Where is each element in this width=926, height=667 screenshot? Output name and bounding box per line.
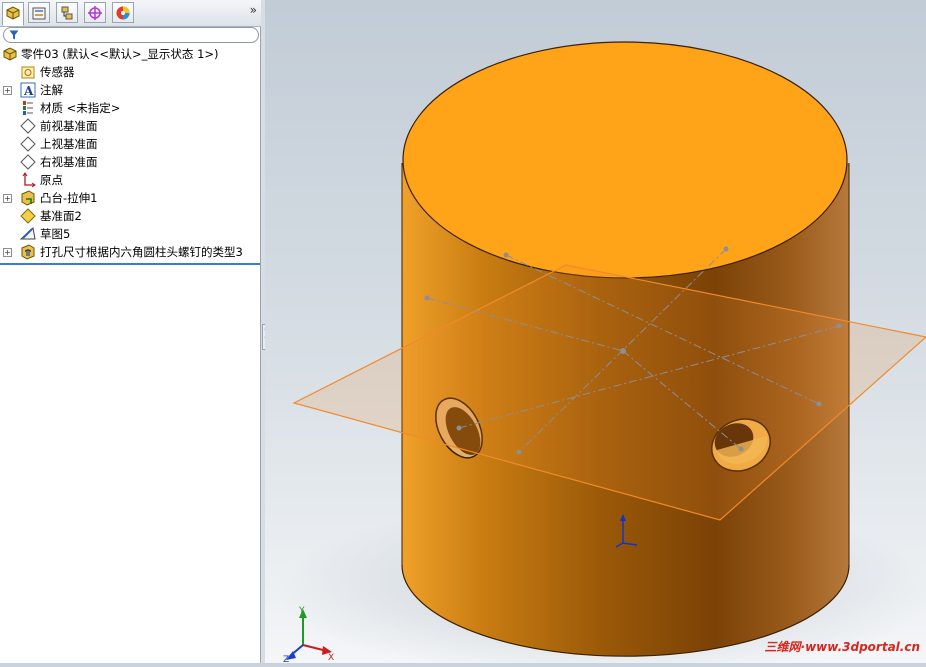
expand-toggle[interactable]: + [3, 248, 12, 257]
tree-item-front-plane[interactable]: 前视基准面 [0, 117, 261, 135]
feature-manager-panel: » 零件03 (默认<<默认>_显示状态 1>) 传感器 + A 注解 材质 <… [0, 0, 261, 663]
tab-dimxpert-manager[interactable] [84, 2, 106, 23]
sketch-icon [20, 227, 36, 240]
plane-icon [20, 118, 36, 134]
hole-wizard-icon [21, 244, 35, 260]
tree-item-sketch5[interactable]: 草图5 [0, 225, 261, 243]
svg-text:A: A [23, 84, 34, 98]
tab-property-manager[interactable] [28, 2, 50, 23]
part-icon [3, 47, 17, 61]
tree-item-top-plane[interactable]: 上视基准面 [0, 135, 261, 153]
manager-tab-bar: » [0, 0, 261, 27]
tree-item-label: 传感器 [40, 65, 75, 79]
display-manager-icon [116, 6, 130, 20]
tree-item-origin[interactable]: 原点 [0, 171, 261, 189]
tree-item-right-plane[interactable]: 右视基准面 [0, 153, 261, 171]
annotation-icon: A [20, 82, 36, 98]
tree-item-hole-wizard[interactable]: + 打孔尺寸根据内六角圆柱头螺钉的类型3 [0, 243, 261, 261]
tree-item-plane2[interactable]: 基准面2 [0, 207, 261, 225]
tab-feature-manager[interactable] [2, 2, 24, 26]
tree-root-label: 零件03 (默认<<默认>_显示状态 1>) [21, 47, 219, 61]
origin-icon [22, 172, 36, 188]
expand-tabs-button[interactable]: » [250, 3, 257, 17]
boss-extrude-icon [21, 190, 35, 206]
tree-item-label: 材质 <未指定> [40, 101, 121, 115]
tree-item-label: 凸台-拉伸1 [40, 191, 98, 205]
configuration-icon [61, 6, 73, 20]
property-icon [32, 7, 46, 20]
tree-filter-input[interactable] [3, 27, 259, 43]
plane-icon [20, 154, 36, 170]
tree-item-annotations[interactable]: + A 注解 [0, 81, 261, 99]
expand-toggle[interactable]: + [3, 194, 12, 203]
tab-display-manager[interactable] [112, 2, 134, 23]
filter-icon [9, 30, 19, 40]
graphics-area[interactable]: Y X Z 三维网·www.3dportal.cn [265, 0, 926, 667]
rollback-bar[interactable] [0, 263, 260, 265]
tree-item-label: 基准面2 [40, 209, 82, 223]
tab-configuration-manager[interactable] [56, 2, 78, 23]
site-watermark: 三维网·www.3dportal.cn [764, 640, 920, 654]
plane-icon [20, 136, 36, 152]
dimxpert-icon [88, 6, 102, 20]
triad-z-label: Z [283, 655, 289, 663]
tree-item-label: 前视基准面 [40, 119, 98, 133]
expand-toggle[interactable]: + [3, 86, 12, 95]
tree-item-label: 注解 [40, 83, 63, 97]
plane-icon [20, 208, 36, 224]
triad-x-label: X [328, 653, 334, 663]
material-icon [23, 101, 33, 115]
sensor-icon [21, 66, 35, 79]
model-view: Y X Z [275, 41, 926, 667]
tree-item-label: 原点 [40, 173, 63, 187]
tree-item-boss-extrude[interactable]: + 凸台-拉伸1 [0, 189, 261, 207]
tree-item-label: 上视基准面 [40, 137, 98, 151]
tree-item-sensors[interactable]: 传感器 [0, 63, 261, 81]
tree-item-label: 草图5 [40, 227, 71, 241]
triad-y-label: Y [298, 606, 305, 616]
tree-item-label: 打孔尺寸根据内六角圆柱头螺钉的类型3 [40, 245, 243, 259]
tree-root-part[interactable]: 零件03 (默认<<默认>_显示状态 1>) [0, 45, 261, 63]
part-icon [6, 6, 20, 20]
tree-item-material[interactable]: 材质 <未指定> [0, 99, 261, 117]
tree-item-label: 右视基准面 [40, 155, 98, 169]
cylinder-top-face [402, 41, 848, 279]
